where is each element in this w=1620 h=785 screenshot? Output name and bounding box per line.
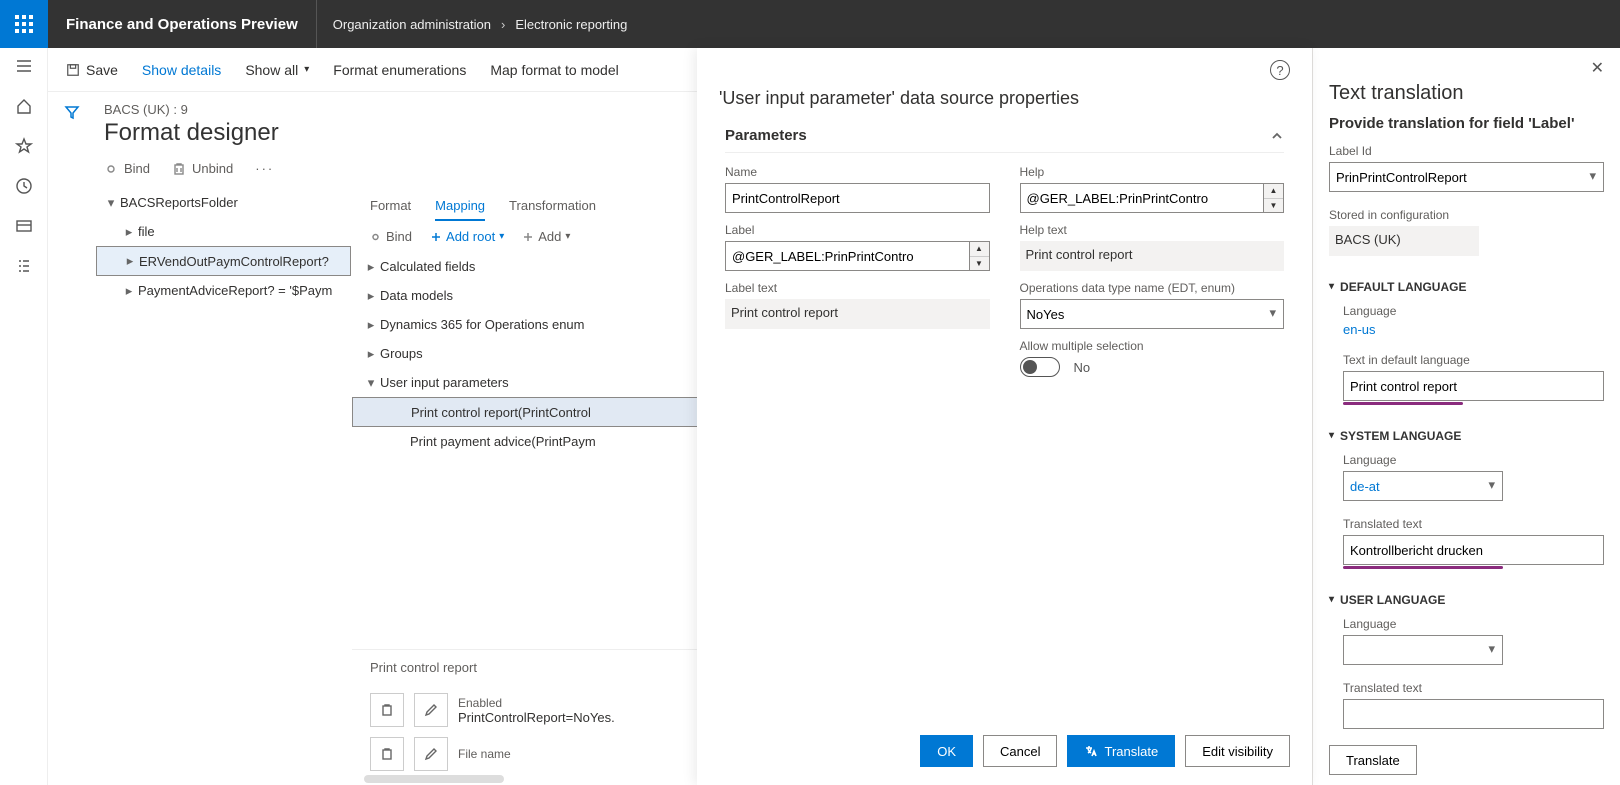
label-text-readonly: Print control report	[725, 299, 990, 329]
field-label: Label text	[725, 281, 990, 295]
spinner-buttons[interactable]: ▲▼	[1264, 183, 1284, 213]
default-language-value: en-us	[1343, 322, 1604, 337]
close-icon[interactable]: ✕	[1591, 58, 1604, 78]
user-language-select[interactable]	[1343, 635, 1503, 665]
toggle-value: No	[1074, 360, 1091, 375]
tree-node[interactable]: ▾BACSReportsFolder	[96, 188, 351, 217]
properties-flyout: ? 'User input parameter' data source pro…	[697, 48, 1312, 785]
bind-button-2[interactable]: Bind	[370, 229, 412, 244]
nav-rail	[0, 48, 48, 785]
chevron-up-icon	[1270, 129, 1284, 143]
tab-transformation[interactable]: Transformation	[509, 192, 596, 221]
breadcrumb: Organization administration › Electronic…	[317, 17, 644, 32]
unbind-button[interactable]: Unbind	[172, 161, 233, 176]
edit-icon[interactable]	[414, 693, 448, 727]
field-label: Stored in configuration	[1329, 208, 1604, 222]
section-user-language[interactable]: USER LANGUAGE	[1329, 593, 1604, 607]
more-actions-button[interactable]: ···	[255, 161, 274, 176]
show-all-dropdown[interactable]: Show all ▾	[245, 62, 309, 78]
default-text-field[interactable]	[1343, 371, 1604, 401]
add-button[interactable]: Add ▾	[522, 229, 570, 244]
field-label: Label Id	[1329, 144, 1604, 158]
bind-button[interactable]: Bind	[104, 161, 150, 176]
top-bar: Finance and Operations Preview Organizat…	[0, 0, 1620, 48]
spinner-buttons[interactable]: ▲▼	[970, 241, 990, 271]
module-icon[interactable]	[14, 216, 34, 236]
multi-toggle[interactable]	[1020, 357, 1060, 377]
field-label: Operations data type name (EDT, enum)	[1020, 281, 1285, 295]
field-label: Help text	[1020, 223, 1285, 237]
field-label: Language	[1343, 304, 1604, 318]
field-label: Text in default language	[1343, 353, 1604, 367]
tree-node-selected[interactable]: ▸ERVendOutPaymControlReport?	[96, 246, 351, 276]
tree-node[interactable]: ▸PaymentAdviceReport? = '$Paym	[96, 276, 351, 305]
help-text-readonly: Print control report	[1020, 241, 1285, 271]
help-field[interactable]	[1020, 183, 1265, 213]
translate-button[interactable]: Translate	[1067, 735, 1175, 767]
show-details-link[interactable]: Show details	[142, 62, 221, 78]
field-label: Translated text	[1343, 681, 1604, 695]
flyout-footer: OK Cancel Translate Edit visibility	[697, 725, 1312, 777]
system-translated-text-field[interactable]	[1343, 535, 1604, 565]
translate-action-button[interactable]: Translate	[1329, 745, 1417, 775]
breadcrumb-item[interactable]: Electronic reporting	[515, 17, 627, 32]
field-label: Label	[725, 223, 990, 237]
chevron-right-icon: ›	[501, 17, 505, 32]
home-icon[interactable]	[14, 96, 34, 116]
edt-select[interactable]	[1020, 299, 1285, 329]
edit-icon[interactable]	[414, 737, 448, 771]
tab-format[interactable]: Format	[370, 192, 411, 221]
field-label: Allow multiple selection	[1020, 339, 1285, 353]
section-header[interactable]: Parameters	[725, 127, 1284, 153]
format-tree: ▾BACSReportsFolder ▸file ▸ERVendOutPaymC…	[96, 188, 351, 305]
label-id-select[interactable]	[1329, 162, 1604, 192]
panel-subtitle: Provide translation for field 'Label'	[1329, 115, 1604, 132]
panel-title: Text translation	[1329, 82, 1604, 105]
translation-panel: ✕ Text translation Provide translation f…	[1312, 48, 1620, 785]
field-label: Translated text	[1343, 517, 1604, 531]
help-icon[interactable]: ?	[1270, 60, 1290, 80]
app-title: Finance and Operations Preview	[48, 0, 317, 48]
section-system-language[interactable]: SYSTEM LANGUAGE	[1329, 429, 1604, 443]
cancel-button[interactable]: Cancel	[983, 735, 1057, 767]
flyout-title: 'User input parameter' data source prope…	[697, 88, 1312, 119]
scrollbar-thumb[interactable]	[364, 775, 504, 783]
name-field[interactable]	[725, 183, 990, 213]
system-language-select[interactable]	[1343, 471, 1503, 501]
add-root-button[interactable]: Add root ▾	[430, 229, 504, 244]
delete-icon[interactable]	[370, 693, 404, 727]
field-label: Name	[725, 165, 990, 179]
field-label: Language	[1343, 617, 1604, 631]
section-default-language[interactable]: DEFAULT LANGUAGE	[1329, 280, 1604, 294]
edit-visibility-button[interactable]: Edit visibility	[1185, 735, 1290, 767]
tree-node[interactable]: ▸file	[96, 217, 351, 246]
label-field[interactable]	[725, 241, 970, 271]
field-label: Language	[1343, 453, 1604, 467]
ok-button[interactable]: OK	[920, 735, 973, 767]
tab-mapping[interactable]: Mapping	[435, 192, 485, 221]
app-launcher-icon[interactable]	[0, 0, 48, 48]
filter-icon[interactable]	[64, 104, 80, 785]
map-format-link[interactable]: Map format to model	[490, 62, 618, 78]
user-translated-text-field[interactable]	[1343, 699, 1604, 729]
star-icon[interactable]	[14, 136, 34, 156]
list-icon[interactable]	[14, 256, 34, 276]
clock-icon[interactable]	[14, 176, 34, 196]
save-button[interactable]: Save	[66, 62, 118, 78]
hamburger-icon[interactable]	[14, 56, 34, 76]
delete-icon[interactable]	[370, 737, 404, 771]
stored-config-readonly: BACS (UK)	[1329, 226, 1479, 256]
format-enumerations-link[interactable]: Format enumerations	[333, 62, 466, 78]
breadcrumb-item[interactable]: Organization administration	[333, 17, 491, 32]
field-label: Help	[1020, 165, 1285, 179]
